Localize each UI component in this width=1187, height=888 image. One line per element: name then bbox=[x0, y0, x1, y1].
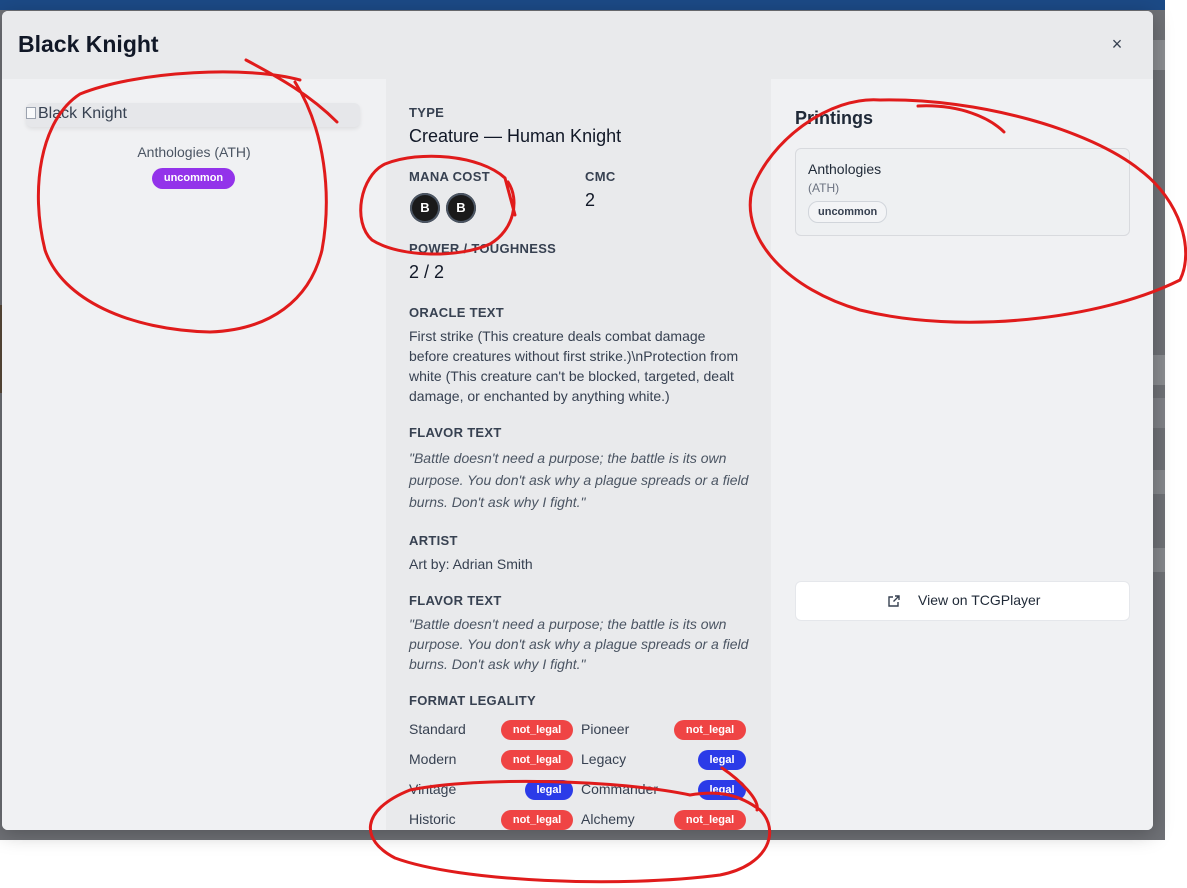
backdrop-row-edge bbox=[1152, 355, 1165, 385]
view-on-tcgplayer-button[interactable]: View on TCGPlayer bbox=[795, 581, 1130, 621]
modal-title: Black Knight bbox=[18, 31, 159, 57]
legality-format-vintage: Vintage bbox=[409, 781, 457, 797]
modal-header: Black Knight × bbox=[2, 11, 1153, 79]
broken-image-icon bbox=[26, 107, 36, 119]
backdrop-peek-cell-2 bbox=[1152, 548, 1165, 572]
legality-status-badge: not_legal bbox=[501, 750, 573, 770]
close-button[interactable]: × bbox=[1106, 33, 1128, 55]
cmc-value: 2 bbox=[585, 190, 596, 210]
backdrop-row-edge-2 bbox=[1152, 398, 1165, 428]
card-detail-modal: Black Knight × Black Knight Anthologies … bbox=[2, 11, 1153, 830]
mana-symbol-black: B bbox=[410, 193, 440, 223]
page: Black Knight × Black Knight Anthologies … bbox=[0, 0, 1187, 888]
external-link-icon bbox=[888, 595, 900, 607]
power-toughness-value: 2 / 2 bbox=[409, 262, 445, 282]
mana-symbol-text: B bbox=[456, 200, 466, 215]
card-image: Black Knight bbox=[26, 103, 360, 127]
legality-format-alchemy: Alchemy bbox=[581, 811, 635, 827]
printings-title: Printings bbox=[795, 108, 874, 128]
flavor-text-label: FLAVOR TEXT bbox=[409, 425, 502, 440]
printing-item[interactable]: Anthologies (ATH) uncommon bbox=[795, 148, 1130, 236]
legality-status-badge: not_legal bbox=[674, 810, 746, 830]
legality-format-modern: Modern bbox=[409, 751, 457, 767]
rarity-badge: uncommon bbox=[152, 168, 235, 189]
legality-format-pioneer: Pioneer bbox=[581, 721, 630, 737]
card-image-alt-label: Black Knight bbox=[38, 105, 127, 122]
mana-cost-label: MANA COST bbox=[409, 169, 490, 184]
legality-status-badge: not_legal bbox=[501, 810, 573, 830]
printing-set-code: (ATH) bbox=[808, 181, 840, 195]
legality-format-standard: Standard bbox=[409, 721, 466, 737]
mana-symbol-black: B bbox=[446, 193, 476, 223]
legality-format-commander: Commander bbox=[581, 781, 659, 797]
type-label: TYPE bbox=[409, 105, 445, 120]
cmc-label: CMC bbox=[585, 169, 616, 184]
card-image-column: Black Knight Anthologies (ATH) uncommon bbox=[2, 79, 386, 830]
artist-value: Art by: Adrian Smith bbox=[409, 556, 533, 572]
card-details-column: TYPE Creature — Human Knight MANA COST B… bbox=[386, 79, 771, 830]
app-top-bar bbox=[0, 0, 1165, 10]
card-image-alt-text: Black Knight bbox=[26, 105, 127, 123]
printings-column: Printings Anthologies (ATH) uncommon Vie… bbox=[771, 79, 1153, 830]
legality-status-badge: legal bbox=[525, 780, 573, 800]
mana-symbol-text: B bbox=[420, 200, 430, 215]
type-value: Creature — Human Knight bbox=[409, 126, 622, 146]
legality-status-badge: legal bbox=[698, 780, 746, 800]
backdrop-toolbar-edge bbox=[1152, 40, 1165, 70]
printing-rarity-badge: uncommon bbox=[808, 201, 888, 223]
legality-status-badge: not_legal bbox=[501, 720, 573, 740]
power-toughness-label: POWER / TOUGHNESS bbox=[409, 241, 557, 256]
flavor-text-2: "Battle doesn't need a purpose; the batt… bbox=[409, 616, 749, 672]
printing-set-name: Anthologies bbox=[808, 161, 882, 177]
oracle-text: First strike (This creature deals combat… bbox=[409, 328, 739, 404]
view-on-tcgplayer-label: View on TCGPlayer bbox=[918, 592, 1041, 608]
legality-status-badge: not_legal bbox=[674, 720, 746, 740]
legality-status-badge: legal bbox=[698, 750, 746, 770]
artist-label: ARTIST bbox=[409, 533, 458, 548]
legality-format-historic: Historic bbox=[409, 811, 456, 827]
legality-format-legacy: Legacy bbox=[581, 751, 627, 767]
backdrop-peek-cell bbox=[1152, 470, 1165, 494]
format-legality-label: FORMAT LEGALITY bbox=[409, 693, 537, 708]
oracle-text-label: ORACLE TEXT bbox=[409, 305, 505, 320]
close-icon: × bbox=[1111, 34, 1123, 54]
set-caption: Anthologies (ATH) bbox=[137, 144, 251, 160]
flavor-text-label-2: FLAVOR TEXT bbox=[409, 593, 502, 608]
flavor-text: "Battle doesn't need a purpose; the batt… bbox=[409, 450, 749, 510]
